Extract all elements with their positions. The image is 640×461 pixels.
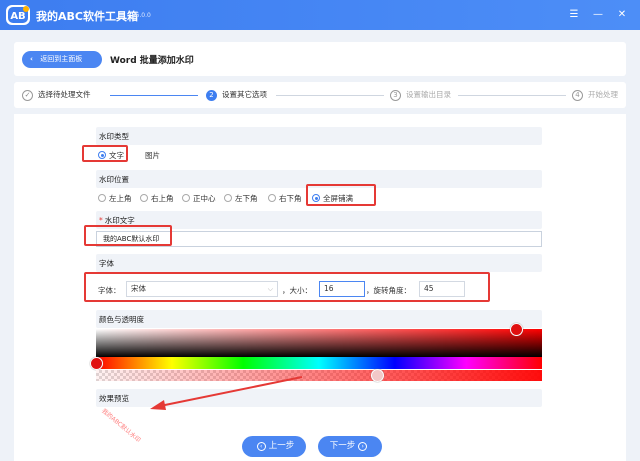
watermark-preview-text: 我的ABC默认水印: [100, 407, 142, 444]
hue-slider[interactable]: [96, 357, 542, 369]
chevron-left-icon: ‹: [30, 55, 33, 63]
back-button-label: 返回到主面板: [40, 55, 83, 63]
app-logo-icon: AB: [6, 5, 30, 25]
saturation-value-area[interactable]: [96, 329, 542, 357]
radio-position-bottom-left[interactable]: 左下角: [224, 193, 258, 204]
next-step-button[interactable]: 下一步 ›: [318, 436, 382, 457]
section-label: 字体: [99, 259, 114, 268]
page-header: ‹ 返回到主面板 Word 批量添加水印: [14, 42, 626, 76]
check-icon: ✓: [22, 89, 33, 101]
highlight-box: [82, 145, 128, 162]
menu-icon[interactable]: ☰: [566, 7, 582, 23]
annotation-arrow-icon: [150, 376, 303, 410]
section-label: 颜色与透明度: [99, 315, 144, 324]
chevron-left-icon: ‹: [256, 442, 266, 451]
step-2[interactable]: 2 设置其它选项: [206, 89, 267, 101]
step-1[interactable]: ✓ 选择待处理文件: [22, 89, 91, 101]
app-version: v6.0.0: [132, 12, 151, 19]
page-title: Word 批量添加水印: [110, 56, 194, 66]
section-label: 效果预览: [99, 394, 129, 403]
title-bar: AB 我的ABC软件工具箱 v6.0.0 ☰ — ✕: [0, 0, 640, 30]
step-3-number: 3: [390, 89, 401, 101]
step-progress: ✓ 选择待处理文件 2 设置其它选项 3 设置输出目录 4 开始处理: [14, 82, 626, 108]
step-2-label: 设置其它选项: [222, 90, 267, 99]
color-knob[interactable]: [510, 323, 523, 336]
section-font: 字体: [96, 254, 542, 272]
svg-text:AB: AB: [10, 11, 25, 22]
highlight-box: [84, 225, 172, 246]
radio-type-image[interactable]: 图片: [134, 150, 160, 161]
minimize-icon[interactable]: —: [590, 7, 606, 23]
step-3-label: 设置输出目录: [406, 90, 451, 99]
step-3[interactable]: 3 设置输出目录: [390, 89, 451, 101]
step-connector: [110, 95, 198, 96]
highlight-box: [306, 184, 376, 206]
section-color: 颜色与透明度: [96, 310, 542, 328]
highlight-box: [84, 272, 490, 302]
step-4-number: 4: [572, 89, 583, 101]
section-label: 水印类型: [99, 132, 129, 141]
app-title: 我的ABC软件工具箱: [36, 10, 138, 23]
step-4-label: 开始处理: [588, 90, 618, 99]
radio-position-center[interactable]: 正中心: [182, 193, 216, 204]
back-to-main-button[interactable]: ‹ 返回到主面板: [22, 51, 102, 68]
step-1-label: 选择待处理文件: [38, 90, 91, 99]
options-panel: 水印类型 文字 图片 水印位置 左上角 右上角 正中心 左下角 右下角 全屏铺满…: [14, 114, 626, 461]
opacity-knob[interactable]: [371, 369, 384, 382]
close-icon[interactable]: ✕: [614, 7, 630, 23]
step-2-number: 2: [206, 89, 217, 101]
chevron-right-icon: ›: [358, 442, 368, 451]
hue-knob[interactable]: [90, 357, 103, 370]
prev-step-button[interactable]: ‹ 上一步: [242, 436, 306, 457]
step-connector: [458, 95, 566, 96]
section-watermark-type: 水印类型: [96, 127, 542, 145]
step-4[interactable]: 4 开始处理: [572, 89, 618, 101]
section-label: 水印位置: [99, 175, 129, 184]
step-connector: [276, 95, 384, 96]
radio-position-top-right[interactable]: 右上角: [140, 193, 174, 204]
radio-position-bottom-right[interactable]: 右下角: [268, 193, 302, 204]
radio-position-top-left[interactable]: 左上角: [98, 193, 132, 204]
